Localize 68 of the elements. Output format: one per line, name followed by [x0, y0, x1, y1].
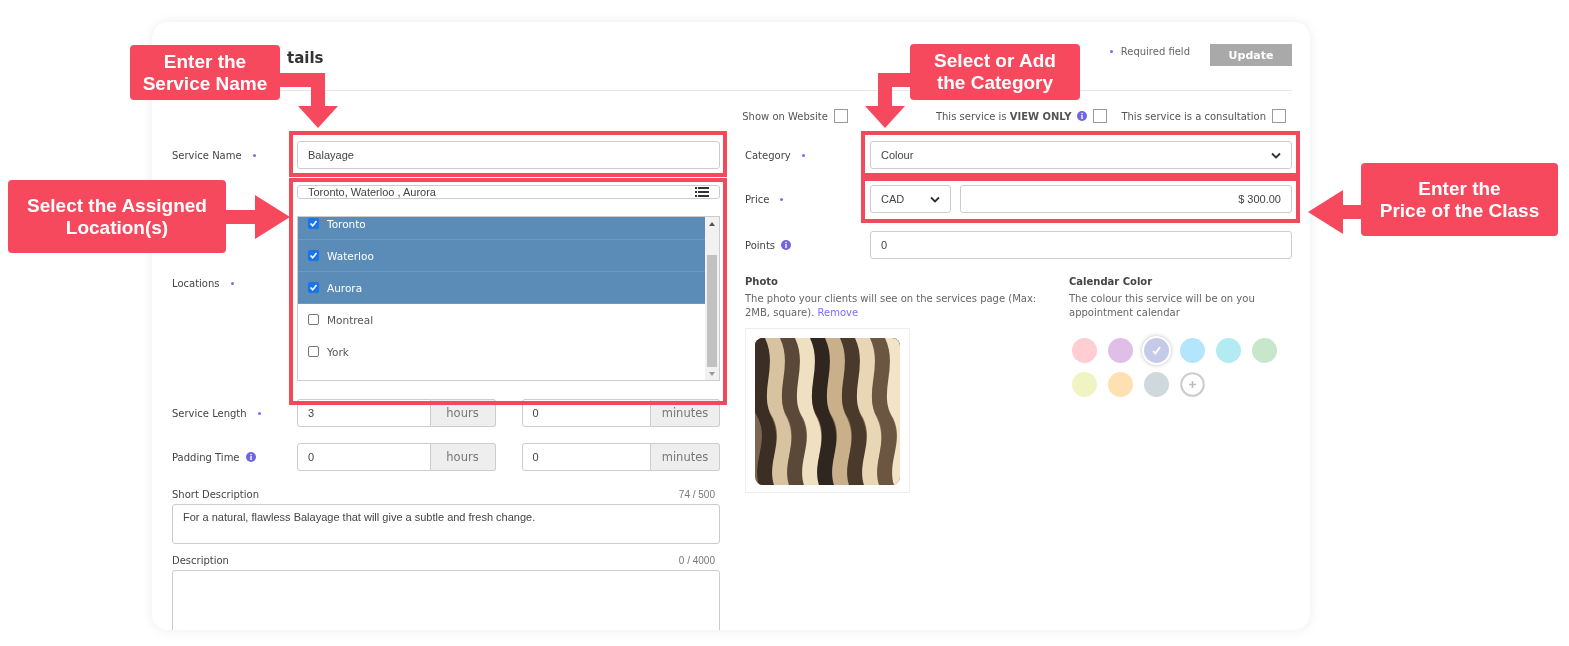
callout-label: Enter the Service Name: [130, 45, 280, 100]
location-option[interactable]: Toronto: [298, 217, 705, 240]
price-input[interactable]: $ 300.00: [960, 185, 1292, 213]
required-note: Required field: [1120, 45, 1190, 57]
field-label: Description: [172, 555, 229, 566]
help-text: The colour this service will be on you appointment calendar: [1069, 292, 1256, 320]
add-color-icon[interactable]: [1180, 372, 1205, 397]
option-label: Show on Website: [742, 110, 828, 122]
callout-label: Enter the Price of the Class: [1361, 163, 1558, 236]
hours-input[interactable]: 0: [297, 443, 431, 471]
field-label: Locations: [172, 277, 220, 289]
location-option[interactable]: Aurora: [298, 272, 705, 304]
color-swatch[interactable]: [1108, 372, 1133, 397]
list-icon: [695, 187, 709, 197]
checkbox[interactable]: [833, 109, 848, 123]
color-swatch[interactable]: [1144, 338, 1169, 363]
field-label: Category: [745, 149, 791, 161]
field-label: Padding Time: [172, 451, 240, 463]
location-option[interactable]: York: [298, 336, 705, 368]
field-label: Price: [745, 193, 770, 205]
character-count: 74 / 500: [678, 489, 715, 500]
unit-addon: minutes: [651, 443, 720, 471]
checkbox[interactable]: [308, 314, 319, 325]
scrollbar[interactable]: [705, 217, 719, 380]
minutes-input[interactable]: 0: [521, 443, 651, 471]
info-icon[interactable]: [1077, 111, 1088, 121]
chevron-down-icon: [1271, 151, 1281, 159]
checkbox[interactable]: [308, 346, 319, 357]
checkbox[interactable]: [308, 250, 319, 261]
color-swatch[interactable]: [1180, 338, 1205, 363]
color-swatch[interactable]: [1216, 338, 1241, 363]
short-description-textarea[interactable]: For a natural, flawless Balayage that will give a subtle and fresh change.: [172, 504, 720, 544]
help-text: The photo your clients will see on the services page (Max: 2MB, square). Remove: [745, 292, 1038, 320]
option-label: This service is a consultation: [1121, 110, 1266, 122]
field-label: Points: [745, 239, 776, 251]
field-label: Service Name: [172, 149, 242, 161]
color-swatch[interactable]: [1072, 372, 1097, 397]
required-dot: [1109, 49, 1113, 53]
callout-label: Select the Assigned Location(s): [8, 180, 226, 253]
points-input[interactable]: 0: [870, 231, 1292, 259]
section-label: Calendar Color: [1069, 276, 1154, 287]
unit-addon: hours: [430, 443, 496, 471]
location-option[interactable]: Waterloo: [298, 240, 705, 272]
service-name-input[interactable]: Balayage: [297, 141, 720, 169]
locations-select[interactable]: Toronto, Waterloo , Aurora: [297, 185, 720, 199]
location-option[interactable]: Montreal: [298, 304, 705, 336]
color-swatch[interactable]: [1072, 338, 1097, 363]
color-swatch[interactable]: [1108, 338, 1133, 363]
category-select[interactable]: Colour: [870, 141, 1292, 169]
color-swatch[interactable]: [1252, 338, 1277, 363]
checkbox[interactable]: [308, 218, 319, 229]
remove-link[interactable]: Remove: [817, 307, 859, 318]
description-textarea[interactable]: [172, 570, 720, 630]
chevron-down-icon: [930, 195, 940, 203]
character-count: 0 / 4000: [678, 555, 715, 566]
field-label: Service Length: [172, 407, 247, 419]
info-icon[interactable]: [781, 240, 792, 250]
checkbox[interactable]: [308, 282, 319, 293]
section-label: Photo: [745, 276, 779, 287]
currency-select[interactable]: CAD: [870, 185, 951, 213]
callout-label: Select or Add the Category: [910, 44, 1080, 100]
option-label: This service is VIEW ONLY: [935, 110, 1072, 122]
info-icon[interactable]: [245, 452, 256, 462]
checkbox[interactable]: [1272, 109, 1286, 123]
checkbox[interactable]: [1093, 109, 1108, 123]
color-swatch[interactable]: [1144, 372, 1169, 397]
field-label: Short Description: [172, 489, 259, 500]
page-title: tails: [287, 48, 324, 67]
